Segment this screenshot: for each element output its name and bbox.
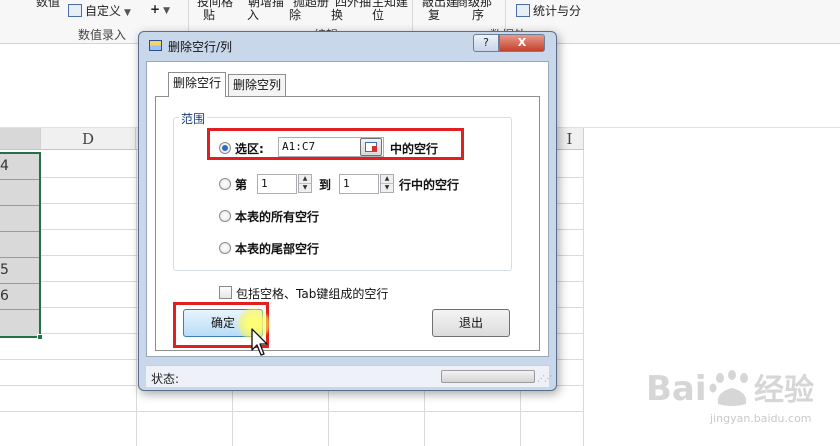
highlight-selection-option [207, 128, 464, 160]
tab-delete-empty-columns[interactable]: 删除空列 [228, 74, 287, 96]
resize-grip-icon[interactable]: ⋰⋰ [537, 374, 552, 383]
mouse-pointer-icon [251, 328, 268, 356]
dialog-status-bar: 状态: ⋰⋰ [146, 365, 552, 387]
cell-value[interactable]: 6 [0, 288, 9, 304]
range-group-label: 范围 [179, 110, 208, 127]
baidu-jingyan-watermark: Bai 经验 jingyan.baidu.com [646, 366, 826, 438]
dialog-titlebar[interactable]: 删除空行/列 ? X [139, 32, 556, 60]
ribbon-item-paste[interactable]: 贴 [203, 6, 215, 23]
column-header-d[interactable]: D [41, 128, 136, 150]
selected-row-border [0, 205, 39, 206]
selected-row-border [0, 283, 39, 284]
ribbon-item-delete[interactable]: 除 [289, 6, 301, 23]
custom-format-icon [68, 4, 82, 17]
dialog-title: 删除空行/列 [168, 40, 233, 54]
include-spaces-label: 包括空格、Tab键组成的空行 [236, 287, 389, 301]
help-button[interactable]: ? [473, 34, 499, 52]
radio-all-empty-rows[interactable] [219, 210, 231, 222]
radio-tail-empty-rows[interactable] [219, 242, 231, 254]
status-label: 状态: [151, 372, 180, 386]
grid-line [136, 150, 137, 446]
ribbon-group-value-entry: 数值录入 [78, 28, 127, 42]
ribbon-item-restore[interactable]: 复 [428, 6, 440, 23]
ribbon-item-locate[interactable]: 位 [372, 6, 384, 23]
chevron-down-icon: ▼ [163, 6, 170, 16]
watermark-url: jingyan.baidu.com [710, 412, 812, 425]
close-button[interactable]: X [499, 34, 545, 52]
ribbon-item-insert[interactable]: 入 [247, 6, 259, 23]
app-icon [149, 40, 162, 51]
radio-row-range[interactable] [219, 178, 231, 190]
svg-text:经验: 经验 [754, 373, 814, 408]
selected-row-border [0, 257, 39, 258]
progress-bar [441, 370, 535, 383]
option-range-prefix: 第 [235, 178, 248, 192]
grid-line [583, 150, 584, 446]
ribbon-item-replace[interactable]: 换 [331, 6, 343, 23]
cell-value[interactable]: 5 [0, 262, 9, 278]
cell-value[interactable]: 4 [0, 158, 9, 174]
range-to-stepper[interactable]: ▲ ▼ [380, 174, 394, 193]
svg-text:Bai: Bai [646, 369, 707, 409]
selected-range[interactable]: 4 5 6 [0, 152, 41, 338]
range-suffix-label: 行中的空行 [399, 178, 460, 192]
option-tail-label: 本表的尾部空行 [235, 242, 320, 256]
ribbon-item-sort[interactable]: 序 [472, 6, 484, 23]
column-header-c[interactable] [0, 128, 41, 150]
range-from-stepper[interactable]: ▲ ▼ [298, 174, 312, 193]
plus-icon: + [150, 2, 161, 16]
baidu-logo: Bai 经验 [646, 369, 814, 409]
ribbon-item-custom-label: 自定义 [85, 4, 122, 18]
selected-row-border [0, 231, 39, 232]
option-all-label: 本表的所有空行 [235, 210, 320, 224]
spin-down-icon[interactable]: ▼ [381, 183, 393, 191]
grid-line [0, 411, 584, 412]
ribbon-item-stats-label: 统计与分 [533, 4, 582, 18]
range-to-input[interactable]: 1 [339, 174, 379, 194]
spin-up-icon[interactable]: ▲ [299, 175, 311, 183]
chevron-down-icon: ▼ [124, 8, 131, 18]
exit-button[interactable]: 退出 [432, 309, 510, 337]
range-from-input[interactable]: 1 [257, 174, 297, 194]
fill-handle[interactable] [37, 334, 43, 340]
range-to-label: 到 [319, 178, 332, 192]
spin-down-icon[interactable]: ▼ [299, 183, 311, 191]
stats-icon [516, 4, 530, 17]
selected-row-border [0, 179, 39, 180]
selected-row-border [0, 309, 39, 310]
ribbon-item-custom[interactable]: 自定义 ▼ [68, 2, 131, 19]
ribbon-item-numeric[interactable]: 数值 [36, 0, 60, 10]
include-spaces-checkbox[interactable] [219, 286, 232, 299]
spin-up-icon[interactable]: ▲ [381, 175, 393, 183]
column-header-i[interactable]: I [556, 128, 584, 150]
ribbon-item-stats[interactable]: 统计与分 [516, 2, 581, 19]
tab-delete-empty-rows[interactable]: 删除空行 [168, 72, 227, 97]
ribbon-item-plus[interactable]: + ▼ [150, 2, 170, 16]
